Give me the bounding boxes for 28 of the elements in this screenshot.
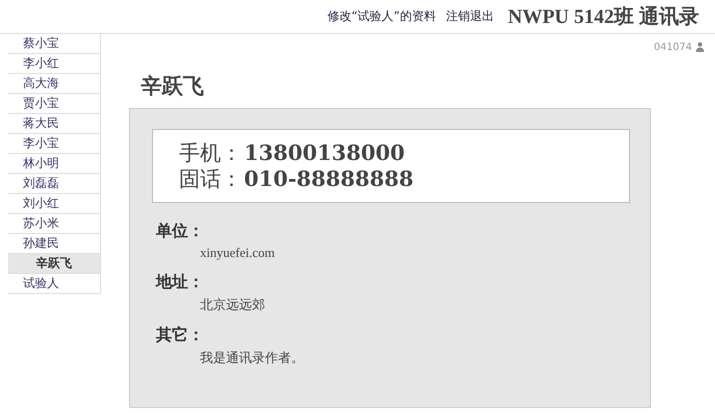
header-link[interactable]: 修改“试验人”的资料 xyxy=(327,8,436,25)
user-icon xyxy=(696,42,704,52)
contact-name: 辛跃飞 xyxy=(141,73,205,100)
sidebar-item[interactable]: 李小宝 xyxy=(8,134,100,154)
field-label: 其它： xyxy=(156,325,204,346)
site-title: NWPU 5142班 通讯录 xyxy=(508,5,699,30)
phone-label: 固话： xyxy=(179,166,242,192)
sidebar-item[interactable]: 试验人 xyxy=(8,274,100,294)
field-value: 北京远远郊 xyxy=(200,296,265,314)
sidebar-item[interactable]: 蒋大民 xyxy=(8,114,100,134)
sidebar-item[interactable]: 刘磊磊 xyxy=(8,174,100,194)
field-label: 单位： xyxy=(156,221,204,242)
sidebar-item[interactable]: 苏小米 xyxy=(8,214,100,234)
sidebar-item[interactable]: 高大海 xyxy=(8,74,100,94)
sidebar-item[interactable]: 李小红 xyxy=(8,54,100,74)
sidebar-item[interactable]: 辛跃飞 xyxy=(8,254,100,274)
field-value: xinyuefei.com xyxy=(200,245,275,261)
sidebar-item[interactable]: 贾小宝 xyxy=(8,94,100,114)
field-value: 我是通讯录作者。 xyxy=(200,349,304,367)
sidebar-item[interactable]: 蔡小宝 xyxy=(8,34,100,54)
phone-number: 13800138000 xyxy=(244,140,405,166)
sidebar-item[interactable]: 林小明 xyxy=(8,154,100,174)
phone-number: 010-88888888 xyxy=(244,166,414,192)
header-link[interactable]: 注销退出 xyxy=(446,8,494,25)
sidebar-item[interactable]: 刘小红 xyxy=(8,194,100,214)
field-label: 地址： xyxy=(156,272,204,293)
phone-label: 手机： xyxy=(179,140,242,166)
user-id: 041074 xyxy=(654,42,692,52)
